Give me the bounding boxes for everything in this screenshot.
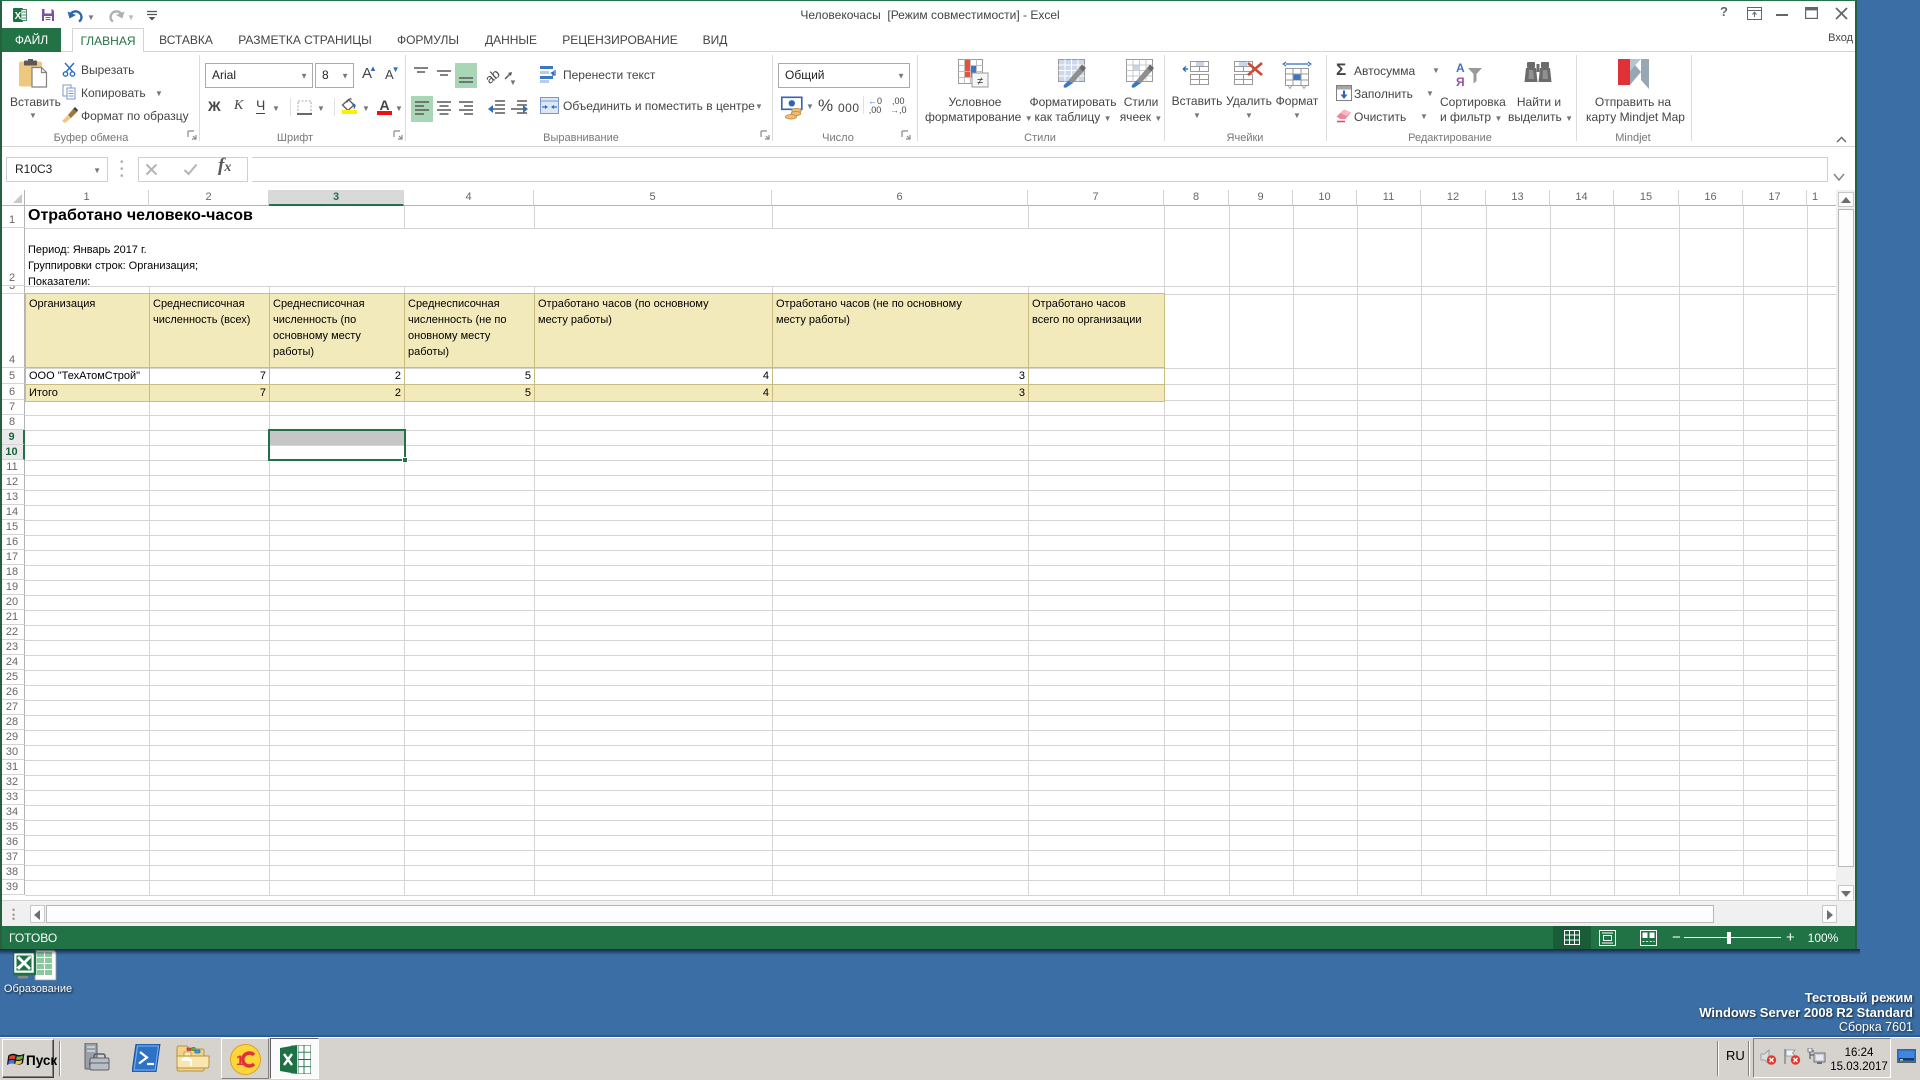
svg-text:ab: ab [485,66,503,87]
svg-text:X: X [15,11,22,22]
svg-text:▼: ▼ [509,78,515,87]
svg-text:Я: Я [1456,75,1465,89]
svg-text:А: А [1456,61,1465,75]
svg-text:≠: ≠ [977,76,983,88]
